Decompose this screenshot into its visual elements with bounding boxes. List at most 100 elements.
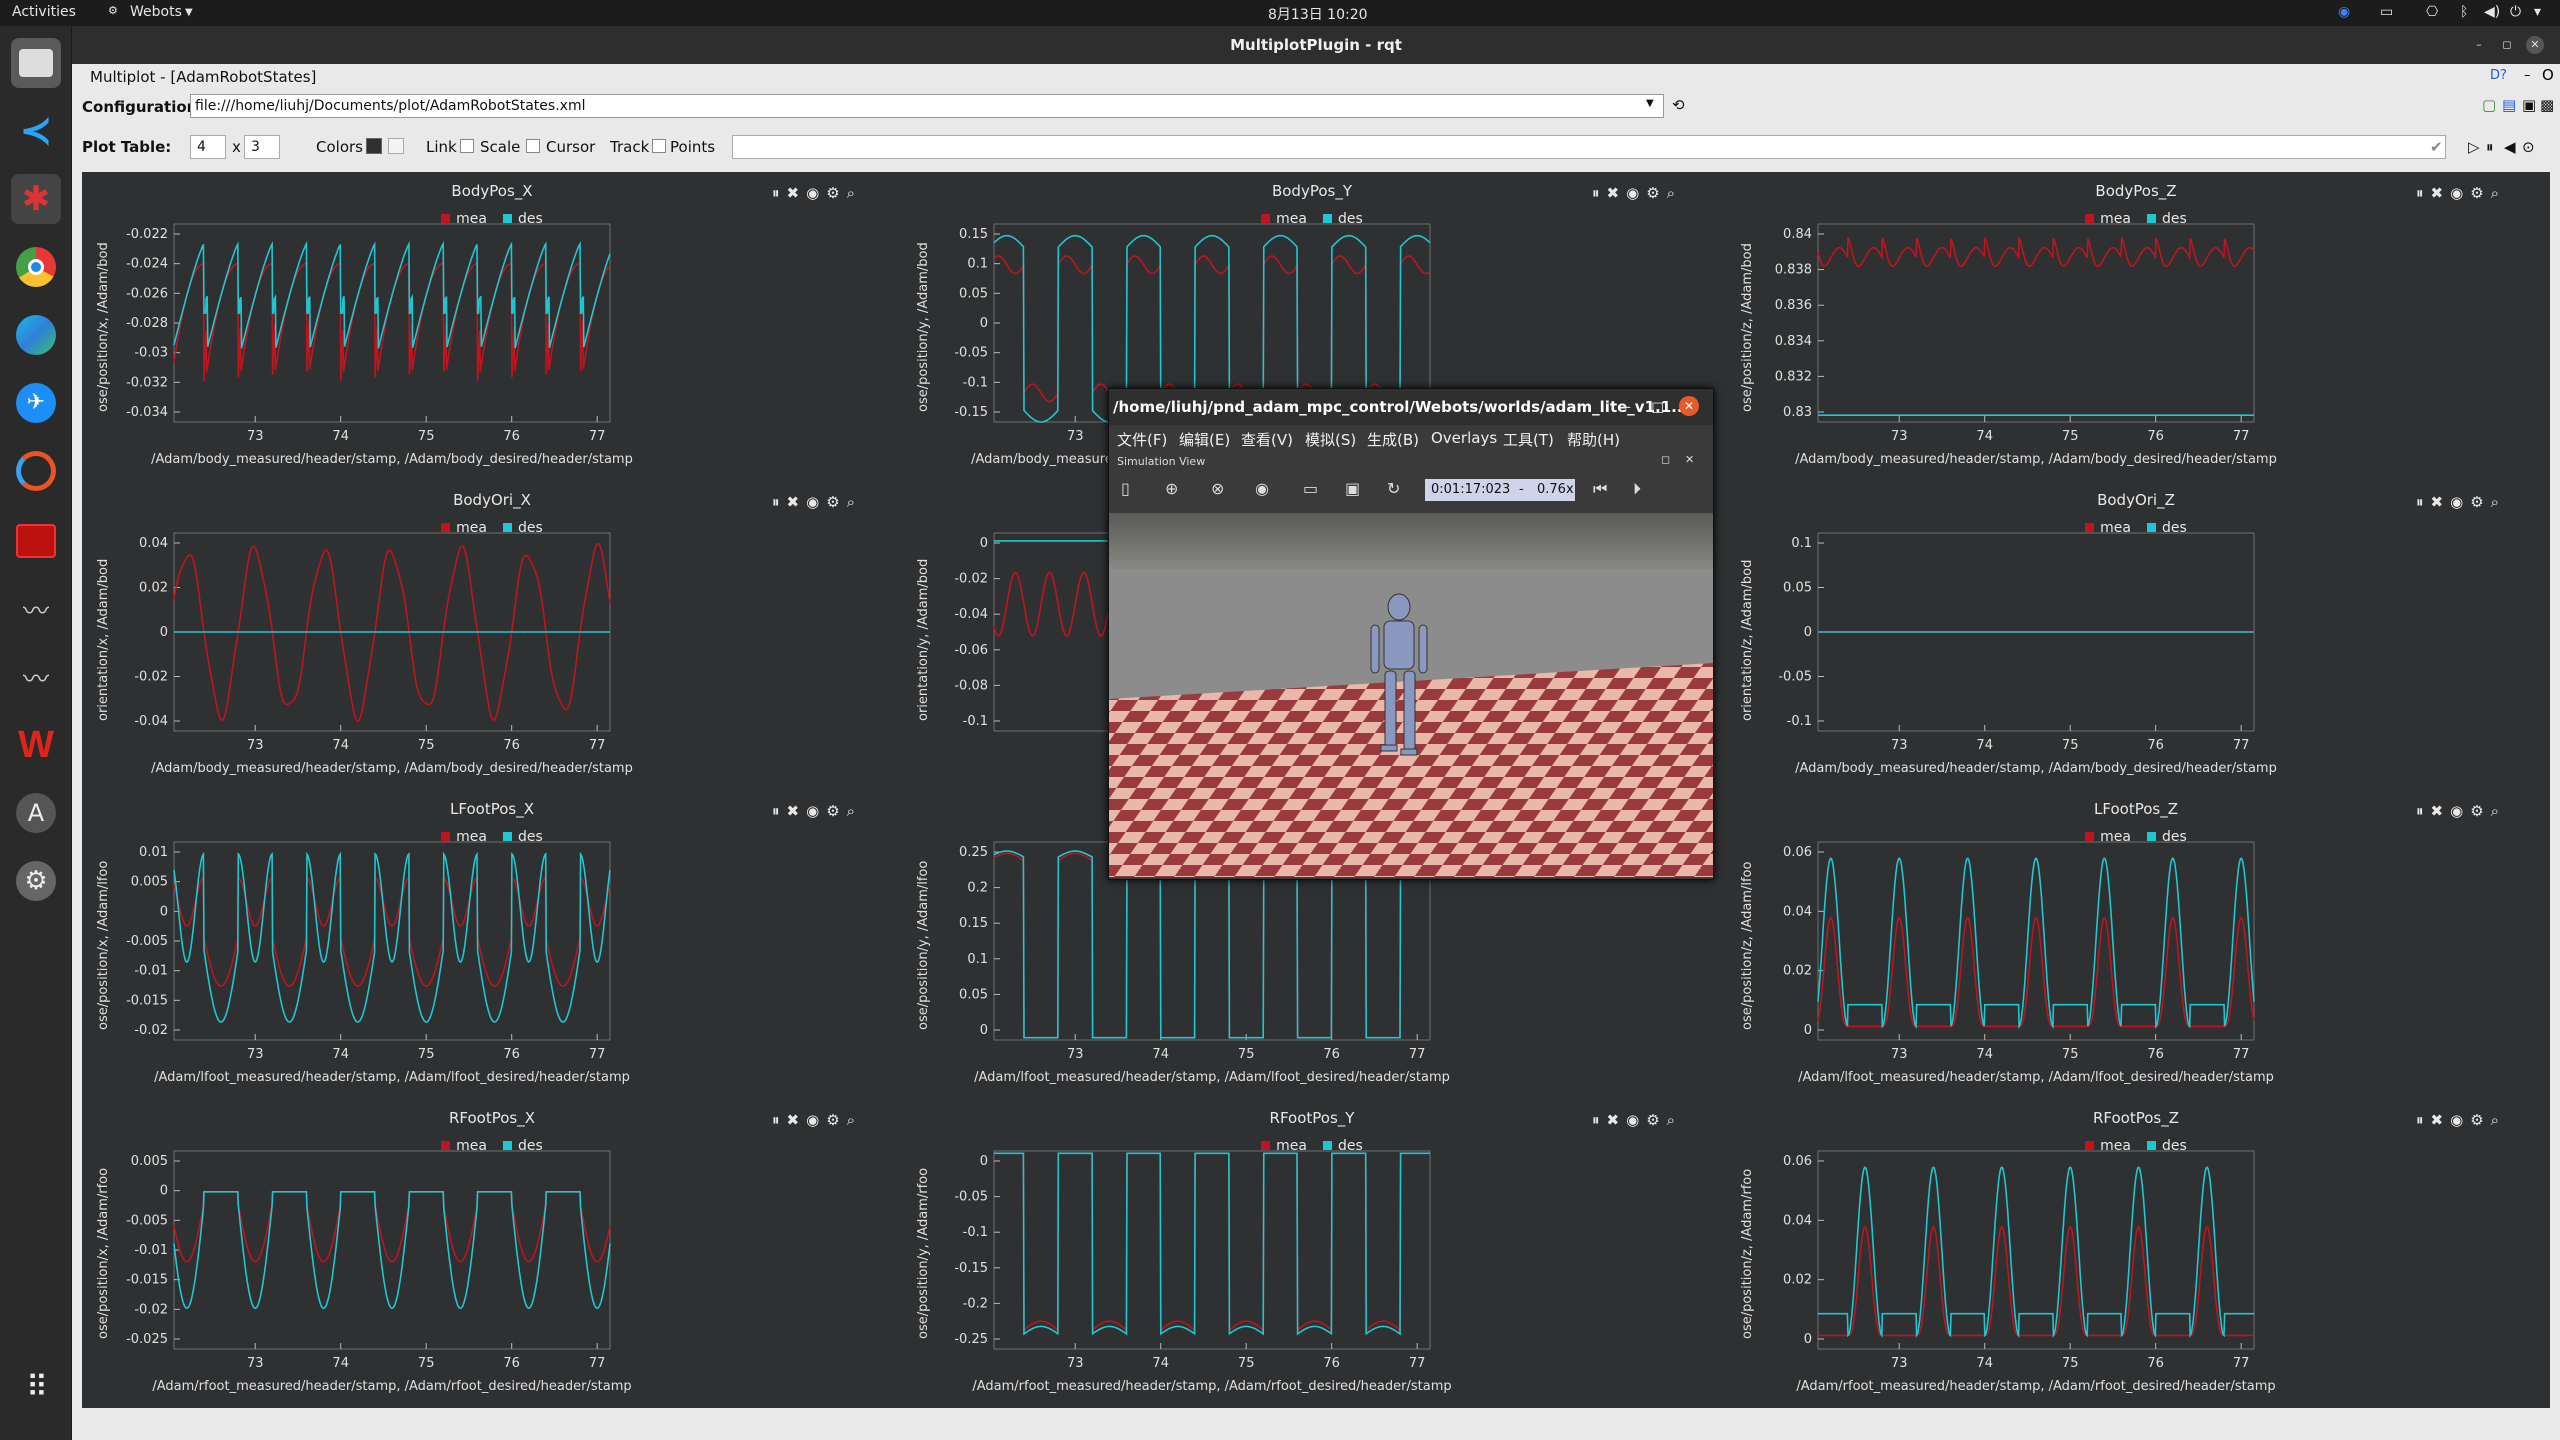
clear-icon[interactable]: ✖ xyxy=(787,1111,800,1129)
pause-icon[interactable]: ⏸ xyxy=(772,493,780,511)
plot-bodypos-z[interactable]: 0.84 0.838 0.836 0.834 0.832 0.83 73 74 75 76 77 Bo… xyxy=(1726,172,2546,472)
clear-icon[interactable]: ✖ xyxy=(1607,1111,1620,1129)
zoom-icon[interactable]: ⌕ xyxy=(2491,1111,2499,1129)
config-icon[interactable]: ⚙ xyxy=(2470,802,2483,820)
float-icon[interactable]: ◻ xyxy=(1661,453,1670,466)
clear-icon[interactable]: ✖ xyxy=(2431,1111,2444,1129)
vscode-icon[interactable]: ≺ xyxy=(11,106,61,156)
pause-icon[interactable]: ⏸ xyxy=(2416,184,2424,202)
zoom-icon[interactable]: ⌕ xyxy=(1667,184,1675,202)
export-icon[interactable]: ◉ xyxy=(2450,493,2463,511)
bg-color-button[interactable] xyxy=(366,138,382,154)
menu-overlays[interactable]: Overlays xyxy=(1431,429,1497,447)
zoom-icon[interactable]: ⌕ xyxy=(847,1111,855,1129)
menu-file[interactable]: 文件(F) xyxy=(1117,429,1167,450)
zoom-icon[interactable]: ⌕ xyxy=(847,493,855,511)
chrome-icon[interactable] xyxy=(11,242,61,292)
config-icon[interactable]: ⚙ xyxy=(1646,184,1659,202)
record-icon[interactable]: ⊙ xyxy=(2522,138,2535,156)
sim-3d-view[interactable] xyxy=(1109,513,1713,877)
plot-lfootpos-x[interactable]: 0.01 0.005 0 -0.005 -0.01 -0.015 -0.02 73 74 75 76… xyxy=(82,790,902,1090)
eye-icon[interactable]: ◉ xyxy=(1255,479,1269,498)
config-icon[interactable]: ⚙ xyxy=(2470,184,2483,202)
config-icon[interactable]: ⚙ xyxy=(2470,1111,2483,1129)
app-store-icon[interactable]: A xyxy=(11,788,61,838)
zoom-icon[interactable]: ⌕ xyxy=(2491,184,2499,202)
fg-color-button[interactable] xyxy=(388,138,404,154)
check-icon[interactable]: ✔ xyxy=(2430,138,2443,156)
menu-build[interactable]: 生成(B) xyxy=(1367,429,1419,450)
chevron-down-icon[interactable]: ▾ xyxy=(2534,4,2541,20)
plot-rfootpos-x[interactable]: 0.005 0 -0.005 -0.01 -0.015 -0.02 -0.025 73 74 75… xyxy=(82,1099,902,1399)
pause-icon[interactable]: ⏸ xyxy=(2416,802,2424,820)
pause-icon[interactable]: ⏸ xyxy=(2486,138,2494,156)
export-icon[interactable]: ◉ xyxy=(2450,802,2463,820)
config-icon[interactable]: ⚙ xyxy=(826,1111,839,1129)
export-icon[interactable]: ◉ xyxy=(1626,1111,1639,1129)
scene-tree-icon[interactable]: ▯ xyxy=(1121,479,1130,498)
terminal-red-icon[interactable] xyxy=(11,516,61,566)
save-icon[interactable]: ▣ xyxy=(2522,96,2536,114)
open-icon[interactable]: ▤ xyxy=(2502,96,2516,114)
menu-view[interactable]: 查看(V) xyxy=(1241,429,1293,450)
follow-icon[interactable]: ⊗ xyxy=(1211,479,1224,498)
zoom-icon[interactable]: ⌕ xyxy=(1667,1111,1675,1129)
plot-lfootpos-z[interactable]: 0.06 0.04 0.02 0 73 74 75 76 77 LFootPos_Z ⏸ ✖ ◉ ⚙ ⌕ me… xyxy=(1726,790,2546,1090)
save-world-icon[interactable]: ▣ xyxy=(1345,479,1360,498)
clear-icon[interactable]: ✖ xyxy=(787,184,800,202)
minimize-button[interactable]: – xyxy=(2470,36,2488,54)
sim-close-button[interactable]: ✕ xyxy=(1679,396,1699,416)
add-node-icon[interactable]: ⊕ xyxy=(1165,479,1178,498)
zoom-icon[interactable]: ⌕ xyxy=(2491,493,2499,511)
step-icon[interactable]: ⏵ xyxy=(1633,479,1641,499)
close-icon[interactable]: ✕ xyxy=(1685,453,1694,466)
close-button[interactable]: ✕ xyxy=(2526,36,2544,54)
export-icon[interactable]: ◉ xyxy=(2450,1111,2463,1129)
plot-rfootpos-z[interactable]: 0.06 0.04 0.02 0 73 74 75 76 77 RFootPos_Z ⏸ ✖ ◉ ⚙ ⌕ me… xyxy=(1726,1099,2546,1399)
plot-bodyori-x[interactable]: 0.04 0.02 0 -0.02 -0.04 73 74 75 76 77 BodyOri_X ⏸ ✖… xyxy=(82,481,902,781)
reload-icon[interactable]: ↻ xyxy=(1387,479,1400,498)
export-icon[interactable]: ◉ xyxy=(806,1111,819,1129)
bug-icon[interactable]: ✱ xyxy=(11,174,61,224)
browser-tray-icon[interactable]: ◉ xyxy=(2338,4,2350,20)
cols-spinbox[interactable]: 3 xyxy=(244,135,280,159)
export-icon[interactable]: ◉ xyxy=(806,493,819,511)
menu-tools[interactable]: 工具(T) xyxy=(1503,429,1554,450)
topic-input[interactable] xyxy=(732,135,2446,159)
menu-simulation[interactable]: 模拟(S) xyxy=(1305,429,1356,450)
clear-icon[interactable]: ✖ xyxy=(2431,493,2444,511)
feishu-icon[interactable]: ✈ xyxy=(11,378,61,428)
pause-icon[interactable]: ⏸ xyxy=(2416,1111,2424,1129)
config-icon[interactable]: ⚙ xyxy=(1646,1111,1659,1129)
network-icon[interactable]: ⎔ xyxy=(2426,4,2438,20)
points-checkbox[interactable] xyxy=(652,139,666,153)
plot-bodyori-z[interactable]: 0.1 0.05 0 -0.05 -0.1 73 74 75 76 77 BodyOri_Z ⏸ ✖ ◉ ⚙… xyxy=(1726,481,2546,781)
config-icon[interactable]: ⚙ xyxy=(826,493,839,511)
plugin-close[interactable]: O xyxy=(2542,66,2554,84)
pause-icon[interactable]: ⏸ xyxy=(772,184,780,202)
screen-tray-icon[interactable]: ▭ xyxy=(2380,4,2393,20)
maximize-button[interactable]: ◻ xyxy=(2498,36,2516,54)
new-icon[interactable]: ▢ xyxy=(2482,96,2496,114)
chevron-down-icon[interactable]: ▼ xyxy=(1646,98,1654,109)
bluetooth-icon[interactable]: ᛒ xyxy=(2460,4,2468,20)
wps-icon[interactable]: W xyxy=(11,720,61,770)
reset-icon[interactable]: ⏮ xyxy=(1593,479,1607,499)
undock-icon[interactable]: – xyxy=(2524,68,2531,83)
simulation-window[interactable]: /home/liuhj/pnd_adam_mpc_control/Webots/… xyxy=(1108,388,1714,880)
export-icon[interactable]: ◉ xyxy=(1626,184,1639,202)
config-input[interactable]: file:///home/liuhj/Documents/plot/AdamRo… xyxy=(190,94,1664,118)
zoom-icon[interactable]: ⌕ xyxy=(847,802,855,820)
menu-edit[interactable]: 编辑(E) xyxy=(1179,429,1230,450)
export-icon[interactable]: ◉ xyxy=(2450,184,2463,202)
clear-icon[interactable]: ✖ xyxy=(787,493,800,511)
sim-minimize-button[interactable]: – xyxy=(1623,397,1631,416)
rows-spinbox[interactable]: 4 xyxy=(190,135,226,159)
files-icon[interactable] xyxy=(11,38,61,88)
clear-icon[interactable]: ✖ xyxy=(2431,802,2444,820)
config-icon[interactable]: ⚙ xyxy=(826,802,839,820)
app-grid-icon[interactable]: ⠿ xyxy=(11,1362,61,1412)
pause-icon[interactable]: ⏸ xyxy=(2416,493,2424,511)
app-menu[interactable]: Webots xyxy=(130,4,182,20)
monitor-icon[interactable]: 〰 xyxy=(11,652,61,702)
